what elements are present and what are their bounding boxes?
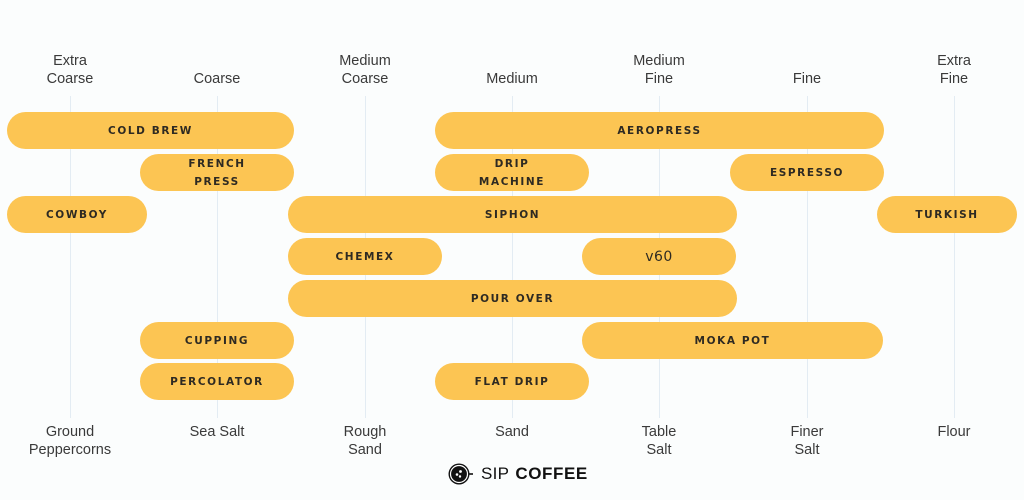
grind-size-label: Extra Fine bbox=[884, 52, 1024, 88]
brew-method-label: COWBOY bbox=[46, 208, 108, 221]
brew-method-label: MOKA POT bbox=[694, 334, 771, 347]
brew-method-cowboy: COWBOY bbox=[7, 196, 147, 233]
brew-method-label: PRESS bbox=[194, 175, 240, 188]
gridline bbox=[954, 96, 955, 418]
brew-method-drip-machine: DRIP MACHINE bbox=[435, 154, 589, 191]
comparison-label-line: Sand bbox=[495, 424, 529, 440]
grind-size-label-line: Medium bbox=[339, 53, 391, 69]
comparison-label-line: Peppercorns bbox=[28, 442, 112, 458]
brew-method-label: MACHINE bbox=[478, 175, 546, 188]
grind-size-label-line: Medium bbox=[486, 71, 538, 87]
comparison-label: Rough Sand bbox=[295, 423, 435, 459]
brand-logo: SIP COFFEE bbox=[448, 460, 588, 488]
grind-size-label: Coarse bbox=[147, 52, 287, 88]
brew-method-label: FLAT DRIP bbox=[474, 375, 550, 388]
comparison-label: Flour bbox=[884, 423, 1024, 441]
brew-method-v60: v60 bbox=[582, 238, 736, 275]
grind-size-label-line: Extra bbox=[53, 53, 87, 69]
brew-method-cold-brew: COLD BREW bbox=[7, 112, 294, 149]
brew-method-siphon: SIPHON bbox=[288, 196, 737, 233]
comparison-label: Sand bbox=[442, 423, 582, 441]
grind-size-label-line: Fine bbox=[939, 71, 969, 87]
comparison-label-line: Salt bbox=[794, 442, 820, 458]
comparison-label-line: Table bbox=[641, 424, 677, 440]
grind-size-label: Fine bbox=[737, 52, 877, 88]
brand-name-bold: COFFEE bbox=[515, 464, 588, 483]
brew-method-aeropress: AEROPRESS bbox=[435, 112, 884, 149]
grind-size-label-line: Coarse bbox=[46, 71, 94, 87]
brew-method-label: CHEMEX bbox=[335, 250, 395, 263]
coffee-cup-icon bbox=[448, 463, 473, 485]
comparison-label-line: Rough bbox=[343, 424, 387, 440]
grind-size-label: Extra Coarse bbox=[0, 52, 140, 88]
grind-size-label-line: Extra bbox=[937, 53, 971, 69]
grind-size-label-line: Coarse bbox=[341, 71, 389, 87]
comparison-label-line: Finer bbox=[790, 424, 824, 440]
grind-size-label: Medium Coarse bbox=[295, 52, 435, 88]
brew-method-chemex: CHEMEX bbox=[288, 238, 442, 275]
brew-method-label: CUPPING bbox=[184, 334, 250, 347]
brew-method-turkish: TURKISH bbox=[877, 196, 1017, 233]
grind-size-label-line: Fine bbox=[792, 71, 822, 87]
brew-method-cupping: CUPPING bbox=[140, 322, 294, 359]
comparison-label: Ground Peppercorns bbox=[0, 423, 140, 459]
grind-size-label: Medium bbox=[442, 52, 582, 88]
brew-method-espresso: ESPRESSO bbox=[730, 154, 884, 191]
brew-method-label: DRIP bbox=[494, 157, 530, 170]
brew-method-french-press: FRENCH PRESS bbox=[140, 154, 294, 191]
grind-size-chart: Extra Coarse Ground Peppercorns Coarse Sea Sa… bbox=[0, 0, 1024, 500]
comparison-label-line: Flour bbox=[937, 424, 971, 440]
brew-method-flat-drip: FLAT DRIP bbox=[435, 363, 589, 400]
brew-method-pour-over: POUR OVER bbox=[288, 280, 737, 317]
brew-method-label: FRENCH bbox=[188, 157, 246, 170]
comparison-label: Table Salt bbox=[589, 423, 729, 459]
brew-method-label: ESPRESSO bbox=[769, 166, 845, 179]
comparison-label-line: Ground bbox=[45, 424, 95, 440]
grind-size-label-line: Medium bbox=[633, 53, 685, 69]
comparison-label-line: Salt bbox=[646, 442, 672, 458]
brew-method-label: v60 bbox=[645, 248, 673, 265]
grind-size-label-line: Coarse bbox=[193, 71, 241, 87]
comparison-label-line: Sand bbox=[348, 442, 382, 458]
grind-size-label-line: Fine bbox=[644, 71, 674, 87]
brew-method-label: SIPHON bbox=[484, 208, 541, 221]
brand-name-light: SIP bbox=[481, 464, 510, 483]
brew-method-label: POUR OVER bbox=[470, 292, 555, 305]
brew-method-label: PERCOLATOR bbox=[170, 375, 264, 388]
comparison-label: Finer Salt bbox=[737, 423, 877, 459]
comparison-label: Sea Salt bbox=[147, 423, 287, 441]
comparison-label-line: Sea Salt bbox=[189, 424, 245, 440]
brew-method-label: COLD BREW bbox=[108, 124, 193, 137]
brew-method-moka-pot: MOKA POT bbox=[582, 322, 883, 359]
brew-method-label: AEROPRESS bbox=[617, 124, 702, 137]
grind-size-label: Medium Fine bbox=[589, 52, 729, 88]
brew-method-percolator: PERCOLATOR bbox=[140, 363, 294, 400]
brew-method-label: TURKISH bbox=[915, 208, 979, 221]
